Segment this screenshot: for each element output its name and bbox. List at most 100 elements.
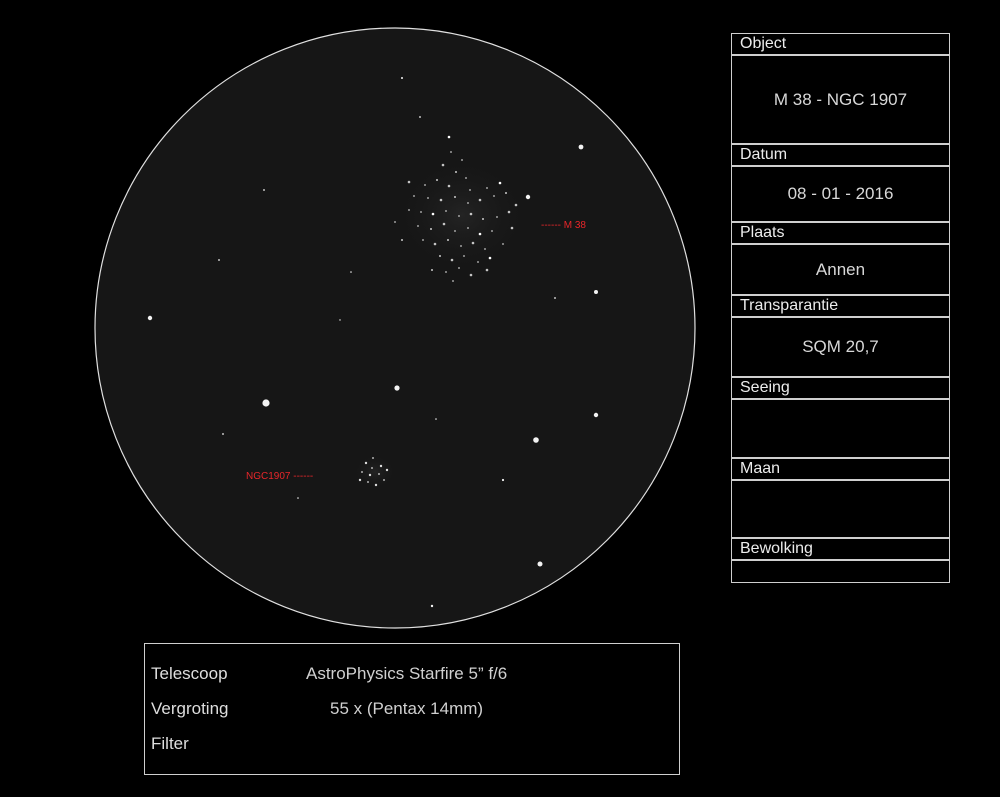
- magnification-label: Vergroting: [151, 699, 229, 718]
- m38-cluster-star: [491, 230, 493, 232]
- ngc1907-cluster-star: [367, 481, 369, 483]
- m38-cluster-star: [488, 256, 492, 260]
- field-star: [594, 290, 598, 294]
- field-star: [218, 259, 220, 261]
- m38-cluster-star: [431, 212, 435, 216]
- seeing-value: [731, 399, 950, 458]
- m38-cluster-star: [498, 181, 502, 185]
- m38-cluster-star: [454, 196, 456, 198]
- m38-nebulosity: [392, 155, 532, 275]
- m38-cluster-star: [484, 248, 486, 250]
- m38-cluster-star: [478, 232, 482, 236]
- date-header: Datum: [731, 144, 950, 166]
- m38-cluster-star: [433, 242, 437, 246]
- m38-cluster-star: [439, 198, 443, 202]
- field-star: [297, 497, 299, 499]
- ngc1907-cluster-star: [372, 457, 374, 459]
- field-star: [263, 189, 265, 191]
- m38-cluster-star: [445, 210, 447, 212]
- field-star: [525, 194, 531, 200]
- m38-cluster-star: [401, 239, 403, 241]
- m38-cluster-star: [394, 221, 396, 223]
- m38-cluster-star: [458, 267, 460, 269]
- m38-cluster-star: [478, 198, 482, 202]
- ngc1907-cluster-star: [371, 467, 373, 469]
- m38-cluster-star: [482, 218, 484, 220]
- m38-cluster-star: [420, 211, 422, 213]
- seeing-header: Seeing: [731, 377, 950, 399]
- ngc1907-label: NGC1907 ------: [246, 471, 313, 482]
- field-star: [501, 478, 505, 482]
- ngc1907-cluster-star: [385, 468, 389, 472]
- m38-cluster-star: [485, 268, 489, 272]
- field-star: [262, 399, 270, 407]
- m38-cluster-star: [514, 203, 518, 207]
- ngc1907-cluster-star: [364, 461, 368, 465]
- field-star: [222, 433, 224, 435]
- moon-value: [731, 480, 950, 538]
- m38-cluster-star: [460, 245, 462, 247]
- equipment-box: Telescoop AstroPhysics Starfire 5” f/6 V…: [144, 643, 680, 775]
- m38-cluster-star: [441, 163, 445, 167]
- m38-cluster-star: [407, 180, 411, 184]
- transparency-value: SQM 20,7: [731, 317, 950, 377]
- m38-cluster-star: [450, 151, 452, 153]
- field-star: [554, 297, 556, 299]
- m38-cluster-star: [458, 215, 460, 217]
- m38-cluster-star: [467, 227, 469, 229]
- clouds-value: [731, 560, 950, 583]
- place-value: Annen: [731, 244, 950, 295]
- m38-cluster-star: [436, 179, 438, 181]
- field-star: [401, 77, 403, 79]
- field-star: [339, 319, 341, 321]
- m38-cluster-star: [471, 241, 475, 245]
- m38-cluster-star: [447, 135, 451, 139]
- m38-cluster-star: [455, 171, 457, 173]
- m38-cluster-star: [469, 212, 473, 216]
- ngc1907-cluster-star: [368, 473, 372, 477]
- m38-cluster-star: [445, 271, 447, 273]
- m38-cluster-star: [486, 187, 488, 189]
- m38-cluster-star: [502, 243, 504, 245]
- moon-header: Maan: [731, 458, 950, 480]
- field-star: [147, 315, 153, 321]
- m38-cluster-star: [439, 255, 441, 257]
- m38-cluster-star: [463, 255, 465, 257]
- m38-cluster-star: [442, 222, 446, 226]
- m38-cluster-star: [467, 202, 469, 204]
- object-header: Object: [731, 33, 950, 55]
- m38-cluster-star: [461, 159, 463, 161]
- m38-cluster-star: [496, 216, 498, 218]
- field-star: [350, 271, 352, 273]
- field-star: [394, 385, 400, 391]
- m38-cluster-star: [447, 239, 449, 241]
- m38-cluster-star: [427, 197, 429, 199]
- m38-cluster-star: [452, 280, 454, 282]
- m38-cluster-star: [450, 258, 454, 262]
- ngc1907-cluster-star: [374, 483, 378, 487]
- m38-cluster-star: [424, 184, 426, 186]
- ngc1907-cluster-star: [361, 471, 363, 473]
- m38-cluster-star: [469, 189, 471, 191]
- field-star: [430, 604, 434, 608]
- field-of-view-circle: [94, 27, 696, 629]
- ngc1907-cluster-star: [383, 479, 385, 481]
- m38-cluster-star: [430, 228, 432, 230]
- telescope-value: AstroPhysics Starfire 5” f/6: [306, 664, 508, 683]
- m38-cluster-star: [507, 210, 511, 214]
- m38-cluster-star: [510, 226, 514, 230]
- m38-cluster-star: [505, 192, 507, 194]
- ngc1907-cluster-star: [358, 478, 362, 482]
- object-value: M 38 - NGC 1907: [731, 55, 950, 144]
- filter-label: Filter: [151, 734, 189, 753]
- m38-cluster-star: [465, 177, 467, 179]
- magnification-value: 55 x (Pentax 14mm): [330, 699, 484, 718]
- field-star: [537, 561, 543, 567]
- m38-cluster-star: [422, 239, 424, 241]
- m38-label: ------ M 38: [541, 220, 586, 231]
- field-star: [419, 116, 421, 118]
- telescope-label: Telescoop: [151, 664, 228, 683]
- m38-cluster-star: [413, 195, 415, 197]
- m38-cluster-star: [469, 273, 473, 277]
- observation-info-panel: Object M 38 - NGC 1907 Datum 08 - 01 - 2…: [731, 33, 952, 583]
